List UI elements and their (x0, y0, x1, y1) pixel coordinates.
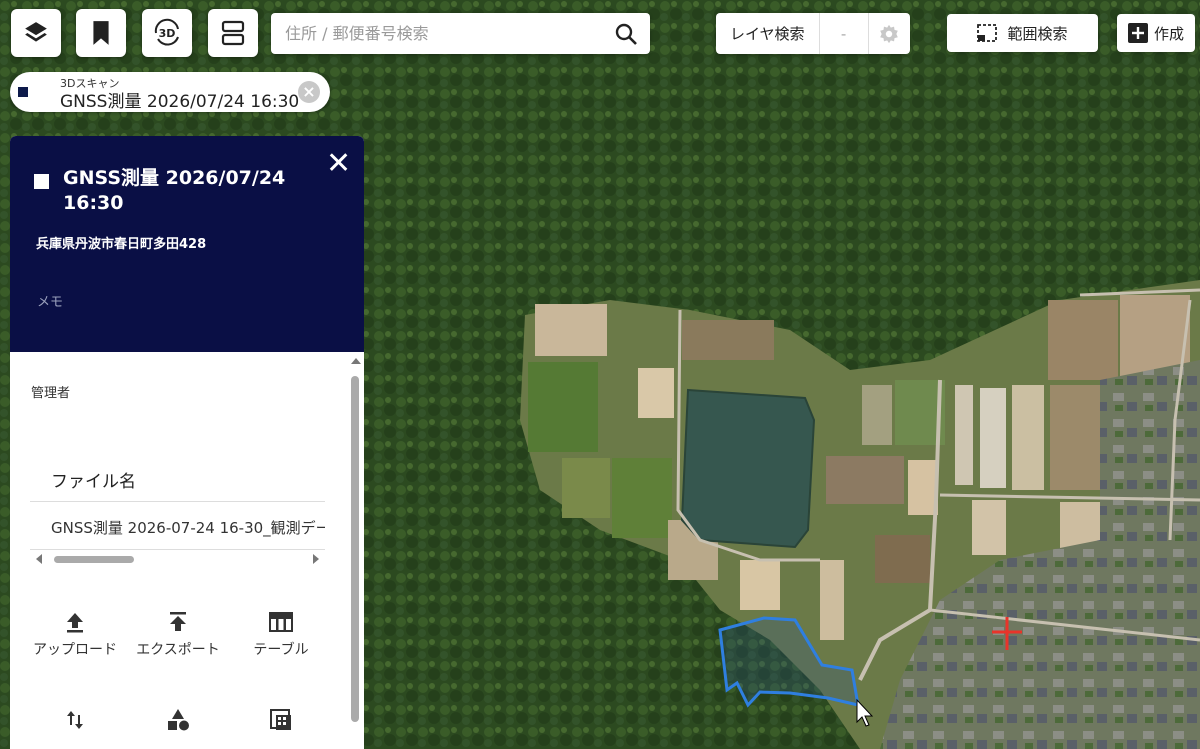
remove-chip-icon[interactable]: × (298, 81, 320, 103)
scroll-thumb[interactable] (351, 376, 359, 722)
search-icon[interactable] (614, 22, 638, 46)
scroll-thumb[interactable] (54, 556, 134, 563)
sort-button[interactable] (25, 708, 125, 736)
layer-color-swatch (18, 87, 28, 97)
export-icon (170, 612, 186, 631)
memo-field[interactable]: メモ (37, 291, 63, 310)
file-name-column-header: ファイル名 (51, 472, 136, 492)
calculator-button[interactable] (231, 708, 331, 736)
layer-search-control: レイヤ検索 - (716, 13, 910, 54)
panel-address: 兵庫県丹波市春日町多田428 (36, 237, 207, 252)
panel-header: GNSS測量 2026/07/24 16:30 ✕ 兵庫県丹波市春日町多田428… (10, 136, 364, 352)
svg-text:3D: 3D (159, 27, 176, 40)
selected-layer-chip[interactable]: 3Dスキャン GNSS測量 2026/07/24 16:30 × (10, 72, 330, 112)
calculator-icon (270, 709, 291, 730)
panel-body: 管理者 ファイル名 GNSS測量 2026-07-24 16-30_観測データ … (10, 352, 364, 749)
shapes-button[interactable] (128, 708, 228, 736)
close-icon[interactable]: ✕ (326, 149, 351, 179)
horizontal-scrollbar[interactable] (30, 552, 325, 566)
plus-box-icon (1127, 23, 1148, 43)
table-row[interactable]: GNSS測量 2026-07-24 16-30_観測データ (30, 502, 325, 550)
layer-select[interactable]: - (820, 13, 869, 54)
upload-label: アップロード (33, 642, 117, 658)
file-table-header: ファイル名 (30, 452, 325, 502)
range-search-label: 範囲検索 (1007, 24, 1068, 43)
file-name-cell: GNSS測量 2026-07-24 16-30_観測データ (51, 519, 325, 537)
layer-detail-panel: GNSS測量 2026/07/24 16:30 ✕ 兵庫県丹波市春日町多田428… (10, 136, 364, 749)
table-icon (269, 612, 293, 632)
create-button[interactable]: 作成 (1117, 14, 1195, 52)
upload-button[interactable]: アップロード (25, 610, 125, 662)
layer-name: GNSS測量 2026/07/24 16:30 (60, 92, 300, 112)
upload-icon (67, 613, 83, 633)
layer-settings-button[interactable] (869, 13, 910, 54)
layers-button[interactable] (11, 9, 61, 57)
admin-label: 管理者 (31, 386, 71, 401)
layer-search-button[interactable]: レイヤ検索 (716, 13, 820, 54)
table-label: テーブル (253, 642, 309, 658)
export-button[interactable]: エクスポート (128, 610, 228, 662)
panel-title: GNSS測量 2026/07/24 16:30 (63, 167, 286, 214)
range-search-button[interactable]: 範囲検索 (947, 14, 1098, 52)
layers-icon (25, 22, 47, 42)
range-select-icon (977, 24, 998, 42)
scroll-up-icon[interactable] (351, 358, 361, 364)
bookmark-button[interactable] (76, 9, 126, 57)
split-view-button[interactable] (208, 9, 258, 57)
3d-rotate-icon: 3D (154, 18, 179, 46)
layer-color-swatch (34, 174, 49, 189)
export-label: エクスポート (136, 642, 220, 658)
address-search-box (271, 13, 650, 54)
split-view-icon (221, 20, 245, 46)
create-label: 作成 (1153, 24, 1184, 43)
vertical-scrollbar[interactable] (347, 352, 364, 749)
3d-view-button[interactable]: 3D (142, 9, 192, 57)
scroll-right-icon[interactable] (313, 554, 319, 564)
sort-icon (67, 711, 83, 729)
shapes-icon (168, 709, 189, 731)
gear-icon (880, 24, 899, 43)
table-button[interactable]: テーブル (231, 610, 331, 662)
bookmark-icon (93, 21, 109, 45)
scroll-left-icon[interactable] (36, 554, 42, 564)
address-search-input[interactable] (283, 23, 614, 44)
